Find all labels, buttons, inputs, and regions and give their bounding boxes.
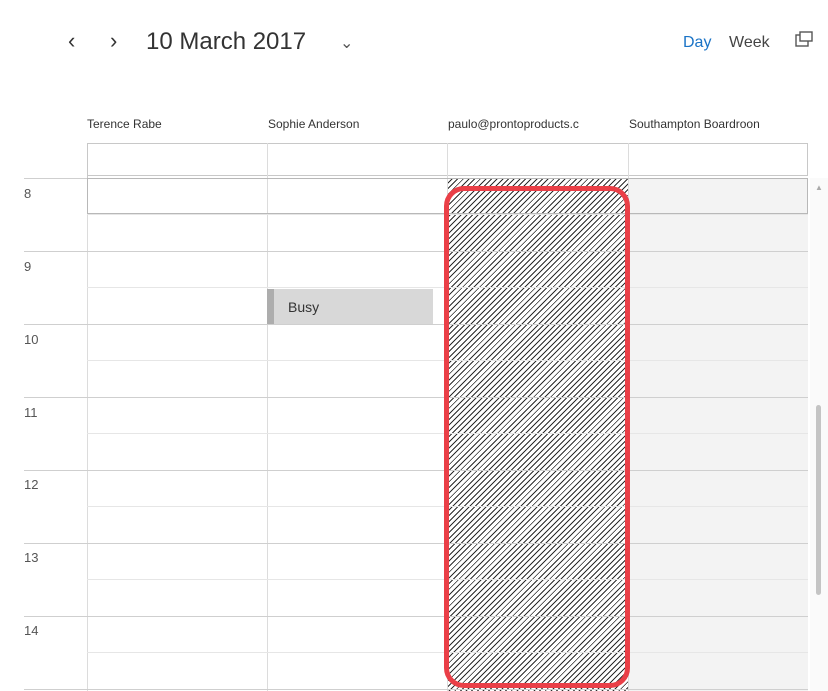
chevron-right-icon: ›: [110, 28, 118, 53]
hour-gridline: [24, 689, 808, 690]
column-header-southampton-boardroom: Southampton Boardroon: [629, 117, 760, 131]
scroll-up-arrow-icon[interactable]: ▲: [815, 183, 823, 192]
hour-label: 12: [24, 477, 39, 492]
hour-gridline: [24, 543, 808, 544]
hour-gridline: [24, 470, 808, 471]
view-day-button[interactable]: Day: [683, 35, 711, 51]
date-title[interactable]: 10 March 2017: [146, 30, 306, 54]
next-day-button[interactable]: ›: [110, 30, 117, 52]
hour-label: 14: [24, 623, 39, 638]
busy-event-label: Busy: [288, 299, 320, 315]
previous-day-button[interactable]: ‹: [68, 30, 75, 52]
column-header-sophie-anderson: Sophie Anderson: [268, 117, 360, 131]
busy-event[interactable]: Busy: [267, 289, 433, 324]
hour-label: 11: [24, 405, 38, 420]
column-header-paulo: paulo@prontoproducts.c: [448, 117, 579, 131]
hour-gridline: [24, 616, 808, 617]
scrollbar-thumb[interactable]: [816, 405, 821, 595]
hour-gridline: [24, 324, 808, 325]
popout-window-icon[interactable]: [795, 31, 813, 47]
hour-gridline: [24, 251, 808, 252]
chevron-left-icon: ‹: [68, 28, 76, 53]
column-divider: [87, 143, 88, 178]
column-divider: [87, 143, 88, 691]
chevron-down-icon[interactable]: ⌄: [340, 33, 353, 53]
hour-gridline: [24, 397, 808, 398]
view-week-button[interactable]: Week: [729, 35, 770, 51]
hour-label: 10: [24, 332, 39, 347]
highlight-annotation: [444, 186, 630, 688]
hour-label: 8: [24, 186, 32, 201]
column-header-terence-rabe: Terence Rabe: [87, 117, 162, 131]
hour-label: 9: [24, 259, 32, 274]
room-column-background: [629, 178, 808, 691]
column-divider: [267, 143, 268, 691]
hour-label: 13: [24, 550, 39, 565]
